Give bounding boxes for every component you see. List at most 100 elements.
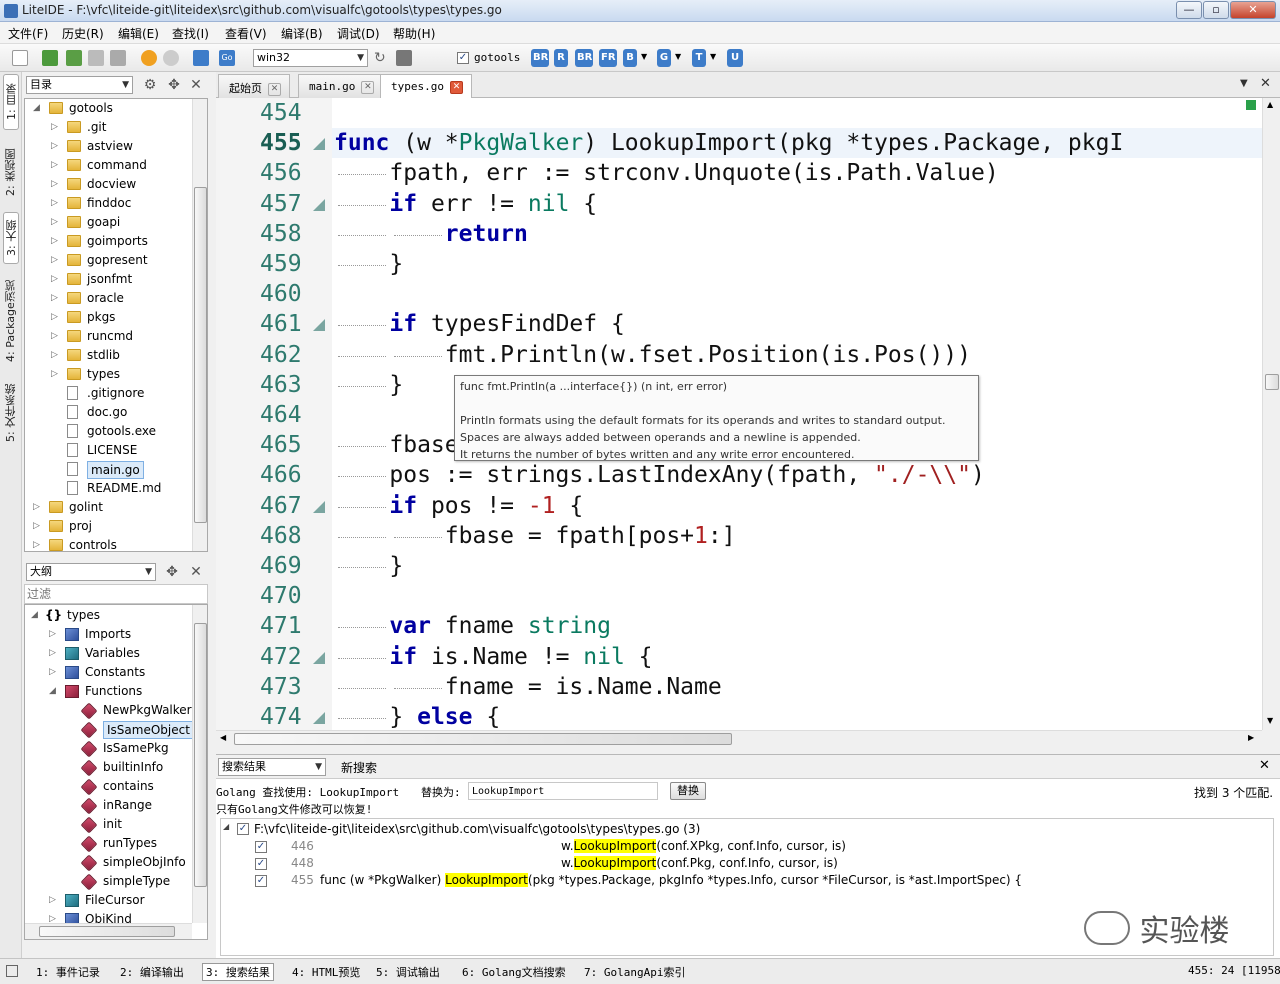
result-text[interactable]: w.LookupImport(conf.Pkg, conf.Info, curs… bbox=[561, 856, 838, 870]
outline-item[interactable]: runTypes bbox=[25, 834, 195, 853]
tree-item[interactable]: ▷ runcmd bbox=[25, 327, 195, 346]
expanded-arrow-icon[interactable]: ◢ bbox=[31, 606, 38, 625]
outline-item[interactable]: simpleObjInfo bbox=[25, 853, 195, 872]
scroll-up-icon[interactable]: ▲ bbox=[1267, 100, 1273, 109]
code-line[interactable]: if typesFindDef { bbox=[334, 309, 624, 339]
tree-item[interactable]: README.md bbox=[25, 479, 195, 498]
result-text[interactable]: w.LookupImport(conf.XPkg, conf.Info, cur… bbox=[561, 839, 846, 853]
editor-vertical-scrollbar[interactable]: ▲ ▼ bbox=[1262, 98, 1280, 730]
outline-horizontal-scrollbar[interactable] bbox=[25, 923, 192, 939]
outline-filter-input[interactable] bbox=[24, 584, 208, 604]
replace-input[interactable] bbox=[468, 782, 658, 800]
scroll-thumb[interactable] bbox=[194, 187, 207, 523]
open-file-icon[interactable] bbox=[42, 50, 58, 66]
tree-item[interactable]: doc.go bbox=[25, 403, 195, 422]
code-line[interactable]: if err != nil { bbox=[334, 189, 597, 219]
search-combo[interactable]: 搜索结果 ▼ bbox=[218, 758, 326, 776]
tree-item[interactable]: ▷ goimports bbox=[25, 232, 195, 251]
tree-item[interactable]: ◢ gotools bbox=[25, 99, 195, 118]
tree-item[interactable]: ▷ .git bbox=[25, 118, 195, 137]
scroll-left-icon[interactable]: ◀ bbox=[220, 733, 226, 742]
fold-marker-icon[interactable] bbox=[313, 500, 325, 513]
tree-item[interactable]: ▷ finddoc bbox=[25, 194, 195, 213]
code-line[interactable]: fmt.Println(w.fset.Position(is.Pos())) bbox=[334, 340, 971, 370]
file-run-button[interactable]: FR bbox=[599, 49, 617, 67]
fold-marker-icon[interactable] bbox=[313, 319, 325, 332]
code-line[interactable]: } else { bbox=[334, 702, 500, 730]
code-line[interactable]: return bbox=[334, 219, 528, 249]
scroll-thumb[interactable] bbox=[1265, 374, 1279, 390]
tree-item[interactable]: .gitignore bbox=[25, 384, 195, 403]
result-checkbox[interactable]: ✓ bbox=[255, 841, 267, 853]
fold-marker-icon[interactable] bbox=[313, 138, 325, 151]
get-button[interactable]: G bbox=[657, 49, 671, 67]
build-button[interactable]: B bbox=[623, 49, 637, 67]
collapsed-arrow-icon[interactable]: ▷ bbox=[51, 194, 58, 213]
code-line[interactable]: } bbox=[334, 249, 403, 279]
code-line[interactable]: if pos != -1 { bbox=[334, 491, 583, 521]
code-line[interactable]: fname = is.Name.Name bbox=[334, 672, 722, 702]
outline-item[interactable]: inRange bbox=[25, 796, 195, 815]
tree-item[interactable]: main.go bbox=[25, 460, 195, 479]
collapsed-arrow-icon[interactable]: ▷ bbox=[51, 346, 58, 365]
menu-find[interactable]: 查找(I) bbox=[172, 25, 209, 42]
collapsed-arrow-icon[interactable]: ▷ bbox=[51, 156, 58, 175]
menu-file[interactable]: 文件(F) bbox=[8, 25, 48, 42]
menu-edit[interactable]: 编辑(E) bbox=[118, 25, 159, 42]
tree-item[interactable]: ▷ controls bbox=[25, 536, 195, 551]
dock-icon[interactable]: ✥ bbox=[164, 564, 180, 580]
home-icon[interactable] bbox=[193, 50, 209, 66]
menu-help[interactable]: 帮助(H) bbox=[393, 25, 435, 42]
env-icon[interactable] bbox=[396, 50, 412, 66]
fold-marker-icon[interactable] bbox=[313, 712, 325, 724]
tab-outline[interactable]: 3: 大纲 bbox=[3, 212, 19, 264]
status-tab[interactable]: 5: 调试输出 bbox=[376, 964, 440, 980]
menu-history[interactable]: 历史(R) bbox=[62, 25, 104, 42]
menu-build[interactable]: 编译(B) bbox=[281, 25, 323, 42]
maximize-button[interactable]: ▫ bbox=[1203, 1, 1229, 19]
collapsed-arrow-icon[interactable]: ▷ bbox=[51, 308, 58, 327]
run-button[interactable]: R bbox=[554, 49, 568, 67]
outline-item[interactable]: IsSameObject bbox=[25, 720, 195, 739]
editor-horizontal-scrollbar[interactable]: ◀ ▶ bbox=[216, 730, 1262, 747]
outline-scrollbar[interactable] bbox=[192, 605, 207, 923]
build-dropdown-icon[interactable]: ▼ bbox=[641, 52, 647, 61]
toggle-panel-icon[interactable] bbox=[6, 965, 18, 977]
tab-list-dropdown-icon[interactable]: ▼ bbox=[1240, 78, 1248, 89]
outline-item[interactable]: ▷ FileCursor bbox=[25, 891, 195, 910]
tab-class-view[interactable]: 2: 类视图 bbox=[3, 140, 19, 204]
menu-view[interactable]: 查看(V) bbox=[225, 25, 267, 42]
close-tab-icon[interactable]: ✕ bbox=[268, 82, 281, 96]
tree-item[interactable]: ▷ goapi bbox=[25, 213, 195, 232]
tree-view-combo[interactable]: 目录 ▼ bbox=[26, 76, 133, 94]
fold-marker-icon[interactable] bbox=[313, 651, 325, 664]
gear-icon[interactable]: ⚙ bbox=[142, 77, 158, 93]
close-tab-icon[interactable]: ✕ bbox=[449, 80, 463, 94]
tree-item[interactable]: ▷ pkgs bbox=[25, 308, 195, 327]
outline-item[interactable]: NewPkgWalker bbox=[25, 701, 195, 720]
scroll-thumb[interactable] bbox=[234, 733, 732, 745]
back-icon[interactable] bbox=[141, 50, 157, 66]
outline-item[interactable]: IsSamePkg bbox=[25, 739, 195, 758]
collapsed-arrow-icon[interactable]: ▷ bbox=[49, 891, 56, 910]
collapsed-arrow-icon[interactable]: ▷ bbox=[51, 327, 58, 346]
outline-item[interactable]: builtinInfo bbox=[25, 758, 195, 777]
tree-item[interactable]: ▷ golint bbox=[25, 498, 195, 517]
collapsed-arrow-icon[interactable]: ▷ bbox=[51, 137, 58, 156]
close-tab-icon[interactable]: ✕ bbox=[361, 80, 375, 94]
outline-item[interactable]: ▷ Imports bbox=[25, 625, 195, 644]
code-line[interactable]: fpath, err := strconv.Unquote(is.Path.Va… bbox=[334, 158, 998, 188]
test-dropdown-icon[interactable]: ▼ bbox=[710, 52, 716, 61]
expand-arrow-icon[interactable]: ◢ bbox=[223, 822, 229, 831]
code-line[interactable]: pos := strings.LastIndexAny(fpath, "./-\… bbox=[334, 460, 984, 490]
status-tab[interactable]: 3: 搜索结果 bbox=[202, 963, 274, 981]
build-run-button[interactable]: BR bbox=[531, 49, 549, 67]
fold-marker-icon[interactable] bbox=[313, 198, 325, 211]
code-line[interactable]: if is.Name != nil { bbox=[334, 642, 652, 672]
status-tab[interactable]: 6: Golang文档搜索 bbox=[462, 964, 566, 980]
status-tab[interactable]: 7: GolangApi索引 bbox=[584, 964, 685, 980]
tree-item[interactable]: ▷ jsonfmt bbox=[25, 270, 195, 289]
code-line[interactable]: var fname string bbox=[334, 611, 611, 641]
collapsed-arrow-icon[interactable]: ▷ bbox=[51, 251, 58, 270]
gotools-checkbox[interactable]: ✓ bbox=[457, 52, 469, 64]
